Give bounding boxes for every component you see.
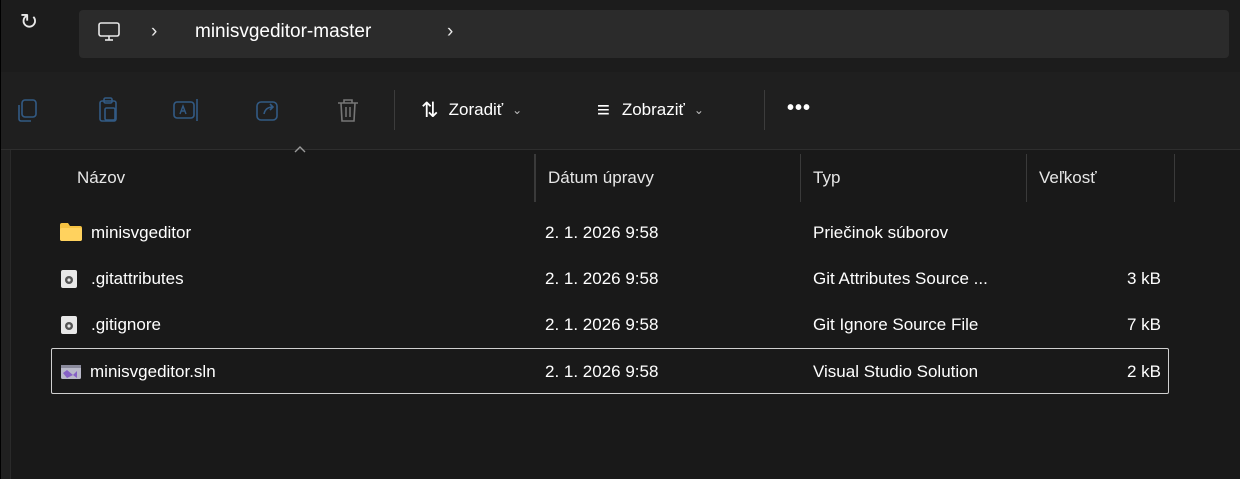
chevron-down-icon: ⌄ (512, 103, 523, 117)
file-explorer-window: ↻ › minisvgeditor-master › ⇅ Zoradiť ⌄ ≡… (0, 0, 1256, 479)
file-size: 7 kB (1126, 315, 1161, 334)
view-button[interactable]: ≡ Zobraziť ⌄ (597, 92, 704, 128)
paste-icon[interactable] (93, 95, 123, 125)
list-item[interactable]: minisvgeditor 2. 1. 2026 9:58 Priečinok … (51, 210, 1169, 256)
delete-icon[interactable] (333, 95, 363, 125)
list-item[interactable]: .gitignore 2. 1. 2026 9:58 Git Ignore So… (51, 302, 1169, 348)
sort-button[interactable]: ⇅ Zoradiť ⌄ (421, 92, 522, 128)
breadcrumb[interactable]: › minisvgeditor-master › (79, 10, 1229, 58)
column-header-date[interactable]: Dátum úpravy (535, 154, 801, 202)
file-date: 2. 1. 2026 9:58 (545, 315, 659, 334)
sort-icon: ⇅ (421, 98, 439, 122)
file-type: Git Ignore Source File (813, 315, 979, 334)
navigation-pane-edge[interactable] (1, 150, 11, 479)
refresh-icon[interactable]: ↻ (15, 8, 43, 36)
file-size: 3 kB (1126, 269, 1161, 288)
toolbar-divider (394, 90, 395, 130)
file-name: .gitignore (91, 315, 161, 334)
file-name: .gitattributes (91, 269, 184, 288)
file-date: 2. 1. 2026 9:58 (545, 223, 659, 242)
view-label: Zobraziť (621, 100, 685, 119)
column-header-name[interactable]: Názov (65, 154, 535, 202)
list-item[interactable]: .gitattributes 2. 1. 2026 9:58 Git Attri… (51, 256, 1169, 302)
file-date: 2. 1. 2026 9:58 (545, 362, 659, 381)
copy-icon[interactable] (13, 95, 43, 125)
breadcrumb-separator[interactable]: › (447, 22, 453, 42)
share-icon[interactable] (253, 95, 283, 125)
list-item-selected[interactable]: minisvgeditor.sln 2. 1. 2026 9:58 Visual… (51, 348, 1169, 394)
folder-icon (60, 223, 82, 241)
sort-label: Zoradiť (448, 100, 504, 119)
breadcrumb-folder[interactable]: minisvgeditor-master (195, 21, 371, 43)
rename-icon[interactable] (171, 95, 201, 125)
column-headers: Názov Dátum úpravy Typ Veľkosť (33, 154, 1241, 202)
file-type: Visual Studio Solution (813, 362, 979, 381)
toolbar-divider (764, 90, 765, 130)
file-name: minisvgeditor (91, 223, 192, 242)
file-size: 2 kB (1126, 362, 1161, 381)
this-pc-icon[interactable] (97, 22, 121, 42)
window-edge (1240, 0, 1256, 479)
settings-file-icon (61, 316, 77, 334)
file-date: 2. 1. 2026 9:58 (545, 269, 659, 288)
more-options-icon[interactable]: ••• (787, 98, 811, 118)
view-icon: ≡ (597, 97, 610, 122)
column-header-size[interactable]: Veľkosť (1027, 154, 1175, 202)
chevron-down-icon: ⌄ (693, 103, 704, 117)
address-bar: ↻ › minisvgeditor-master › (1, 0, 1241, 72)
settings-file-icon (61, 270, 77, 288)
file-type: Git Attributes Source ... (813, 269, 988, 288)
command-bar: ⇅ Zoradiť ⌄ ≡ Zobraziť ⌄ ••• (1, 72, 1241, 150)
breadcrumb-separator[interactable]: › (151, 22, 157, 42)
file-list: Názov Dátum úpravy Typ Veľkosť minisvged… (1, 146, 1241, 479)
column-header-type[interactable]: Typ (801, 154, 1027, 202)
file-type: Priečinok súborov (813, 223, 949, 242)
file-name: minisvgeditor.sln (90, 362, 216, 381)
sort-ascending-icon (294, 146, 306, 153)
visual-studio-solution-icon (61, 365, 81, 379)
